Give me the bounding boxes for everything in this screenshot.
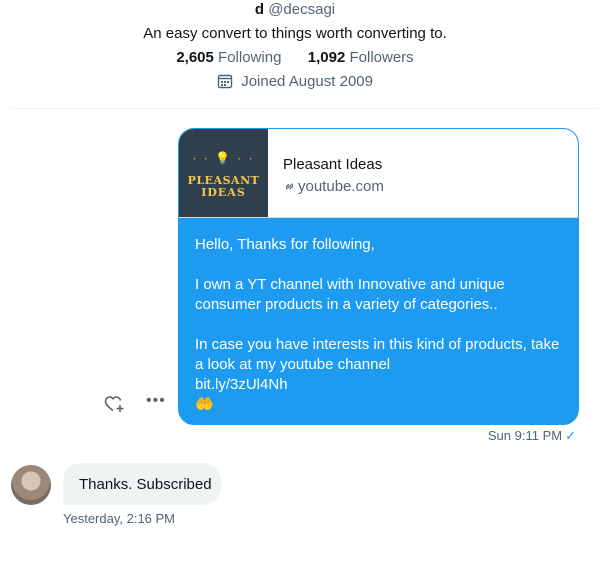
received-message-bubble[interactable]: Thanks. Subscribed xyxy=(63,463,221,505)
message-text: Hello, Thanks for following, I own a YT … xyxy=(195,235,565,415)
link-icon xyxy=(283,178,298,195)
message-link[interactable]: bit.ly/3zUl4Nh xyxy=(195,375,565,395)
message-paragraph: In case you have interests in this kind … xyxy=(195,336,560,373)
link-preview-domain[interactable]: youtube.com xyxy=(283,178,384,195)
message-paragraph: I own a YT channel with Innovative and u… xyxy=(195,276,505,313)
followers-count: 1,092 xyxy=(307,49,346,66)
following-link[interactable]: 2,605 Following xyxy=(176,49,285,66)
open-hands-emoji: 🤲 xyxy=(195,396,214,413)
lightbulb-icon: · · 💡 · · xyxy=(192,151,255,165)
heart-plus-icon xyxy=(104,396,126,418)
link-preview-card[interactable]: · · 💡 · · PLEASANT IDEAS Pleasant Ideas … xyxy=(179,129,578,218)
add-reaction-button[interactable] xyxy=(104,394,126,414)
sent-message-bubble[interactable]: · · 💡 · · PLEASANT IDEAS Pleasant Ideas … xyxy=(178,128,579,425)
joined-date: Joined August 2009 xyxy=(0,73,590,90)
calendar-icon xyxy=(217,73,241,90)
link-preview-thumbnail: · · 💡 · · PLEASANT IDEAS xyxy=(179,129,268,217)
divider xyxy=(11,108,599,109)
following-label: Following xyxy=(218,49,282,66)
profile-stats: 2,605 Following 1,092 Followers xyxy=(0,49,590,66)
profile-name-line: d @decsagi xyxy=(0,1,590,18)
profile-handle[interactable]: @decsagi xyxy=(268,1,335,18)
profile-bio: An easy convert to things worth converti… xyxy=(143,25,447,42)
checkmark-icon: ✓ xyxy=(565,428,576,443)
link-preview-title[interactable]: Pleasant Ideas xyxy=(283,156,382,173)
followers-link[interactable]: 1,092 Followers xyxy=(308,49,414,66)
received-timestamp: Yesterday, 2:16 PM xyxy=(63,511,176,526)
domain-text: youtube.com xyxy=(298,178,384,195)
message-paragraph: Hello, Thanks for following, xyxy=(195,236,375,253)
logo-text-2: IDEAS xyxy=(201,186,246,199)
sent-timestamp: Sun 9:11 PM xyxy=(487,428,563,443)
sent-message-meta: Sun 9:11 PM ✓ xyxy=(488,428,576,444)
more-icon: ••• xyxy=(146,392,166,409)
received-message-text: Thanks. Subscribed xyxy=(79,476,212,493)
followers-label: Followers xyxy=(349,49,414,66)
joined-text: Joined August 2009 xyxy=(241,73,373,90)
following-count: 2,605 xyxy=(176,49,214,66)
avatar[interactable] xyxy=(11,465,51,505)
profile-name[interactable]: d xyxy=(255,1,264,18)
more-options-button[interactable]: ••• xyxy=(146,392,168,414)
